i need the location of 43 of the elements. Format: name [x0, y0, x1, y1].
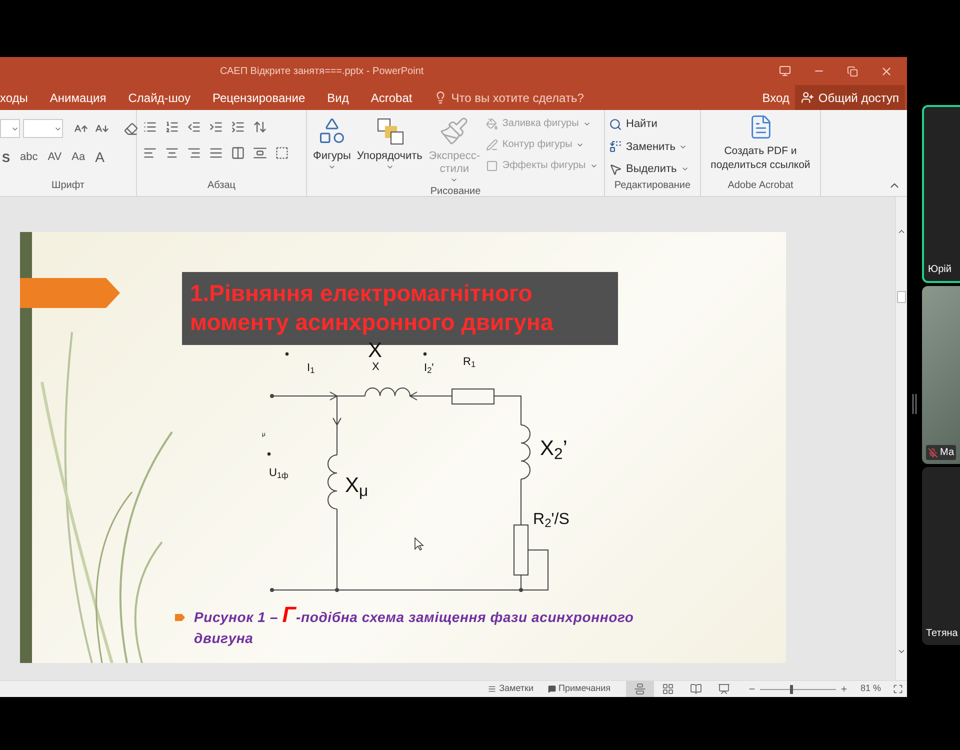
circuit-label: R$_{1}$: [463, 357, 476, 368]
circuit-label: I$_{2}$': [424, 363, 434, 374]
ribbon-tab[interactable]: Acrobat: [370, 88, 412, 106]
group-label: Шрифт: [50, 179, 86, 193]
sign-in-link[interactable]: Вход: [762, 88, 790, 106]
circuit-label: X: [372, 362, 380, 373]
participant-tile[interactable]: Юрій: [922, 105, 960, 283]
participant-tile[interactable]: Ма: [922, 286, 960, 464]
font-format-button[interactable]: Aa: [72, 149, 86, 166]
circuit-label: U$_{1ф}$: [269, 468, 288, 479]
participant-name: Юрій: [928, 263, 952, 277]
font-format-button[interactable]: AV: [48, 149, 62, 166]
font-format-button[interactable]: A: [95, 147, 104, 168]
ribbon-menu-button[interactable]: Выделить: [609, 161, 689, 178]
font-format-button[interactable]: S: [2, 148, 10, 166]
ribbon-menu-button[interactable]: Заменить: [609, 138, 689, 155]
ribbon-big-button[interactable]: Фигуры: [311, 114, 353, 184]
ribbon-menu-button[interactable]: Найти: [609, 116, 689, 132]
figure-caption: Рисунок 1 – Г-подібна схема заміщення фази асинхронного двигуна: [194, 604, 635, 648]
group-label: Adobe Acrobat: [726, 179, 794, 193]
ribbon-big-button[interactable]: Упорядочить: [354, 114, 424, 184]
participant-tile[interactable]: Тетяна: [922, 467, 960, 645]
circuit-label: X$_{2}$’: [540, 438, 568, 459]
comments-button[interactable]: Примечания: [548, 682, 610, 696]
participant-name: Тетяна: [926, 627, 958, 641]
create-pdf-button[interactable]: Создать PDF и поделиться ссылкой: [705, 114, 816, 178]
group-label: Редактирование: [613, 179, 692, 193]
font-format-button[interactable]: abc: [20, 149, 38, 166]
tell-me-field[interactable]: Что вы хотите сделать?: [451, 88, 622, 106]
group-label: Рисование: [429, 185, 482, 199]
notes-button[interactable]: Заметки: [488, 682, 534, 696]
ribbon-tab[interactable]: Анимация: [50, 88, 106, 106]
window-title: САЕП Відкрите занятя===.pptx - PowerPoint: [220, 64, 424, 78]
ribbon-tab[interactable]: Рецензирование: [212, 88, 306, 106]
ribbon-tab[interactable]: Слайд-шоу: [128, 88, 190, 106]
ribbon-tab[interactable]: Вид: [327, 88, 349, 106]
ribbon-tab[interactable]: ходы: [0, 88, 28, 106]
participant-name: Ма: [926, 445, 956, 460]
circuit-label: R$_{2}$'/S: [533, 512, 570, 528]
group-label: Абзац: [206, 179, 237, 193]
zoom-level[interactable]: 81 %: [860, 682, 881, 696]
circuit-label: I$_{1}$: [307, 363, 315, 374]
share-button[interactable]: Общий доступ: [795, 85, 905, 110]
